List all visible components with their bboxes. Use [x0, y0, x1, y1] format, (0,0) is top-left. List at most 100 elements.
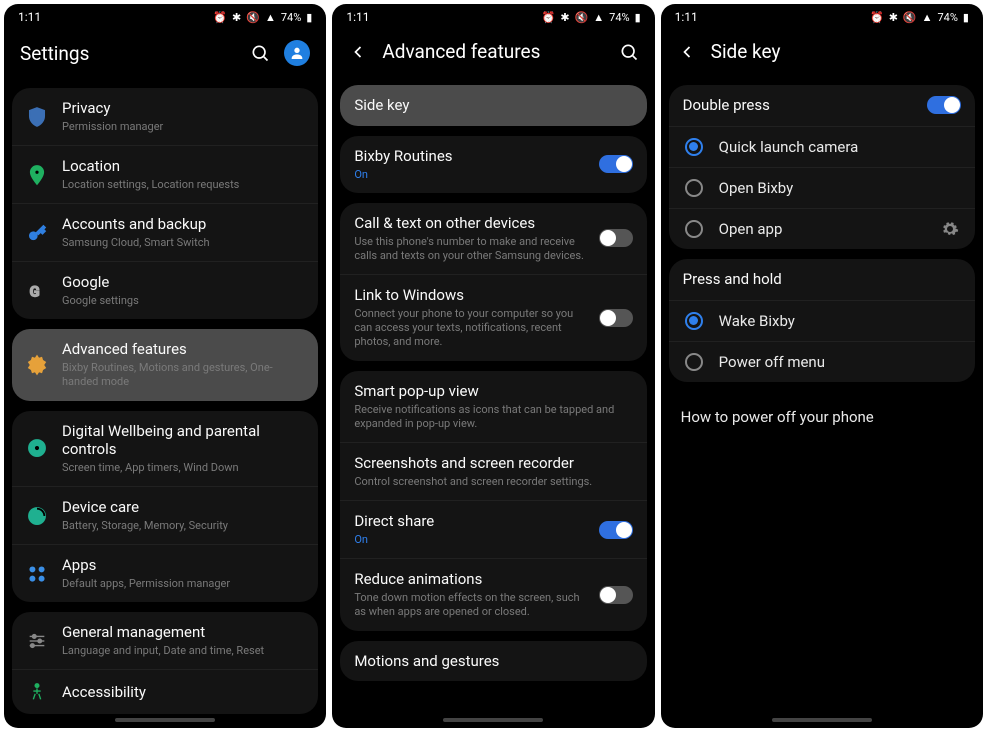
- feature-item[interactable]: Link to WindowsConnect your phone to you…: [340, 274, 646, 361]
- key-icon: [26, 222, 62, 244]
- radio-icon[interactable]: [685, 138, 703, 156]
- settings-item[interactable]: Accounts and backup Samsung Cloud, Smart …: [12, 203, 318, 261]
- feature-item[interactable]: Call & text on other devices Use this pho…: [340, 203, 646, 274]
- status-icons: ⏰✱🔇▲74%▮: [542, 11, 641, 24]
- back-button[interactable]: [348, 42, 368, 62]
- footer-link[interactable]: How to power off your phone: [661, 392, 983, 442]
- item-title: Apps: [62, 556, 304, 575]
- advanced-features-screen: 1:11 ⏰✱🔇▲74%▮ Advanced features Side key…: [332, 4, 654, 728]
- item-subtitle: Location settings, Location requests: [62, 178, 304, 192]
- home-indicator[interactable]: [115, 718, 215, 722]
- item-title: Accounts and backup: [62, 215, 304, 234]
- feature-item[interactable]: Side key: [340, 85, 646, 126]
- settings-item[interactable]: Advanced featuresBixby Routines, Motions…: [12, 329, 318, 400]
- item-title: General management: [62, 623, 304, 642]
- home-indicator[interactable]: [443, 718, 543, 722]
- status-time: 1:11: [675, 10, 698, 24]
- settings-item[interactable]: Accessibility: [12, 669, 318, 714]
- profile-avatar[interactable]: [284, 40, 310, 66]
- radio-icon[interactable]: [685, 220, 703, 238]
- settings-item[interactable]: Location Location settings, Location requ…: [12, 145, 318, 203]
- status-icons: ⏰✱🔇▲74%▮: [870, 11, 969, 24]
- item-title: Call & text on other devices: [354, 214, 590, 233]
- radio-icon[interactable]: [685, 179, 703, 197]
- item-subtitle: Tone down motion effects on the screen, …: [354, 591, 590, 620]
- item-title: Google: [62, 273, 304, 292]
- page-title: Advanced features: [382, 40, 604, 63]
- radio-option[interactable]: Power off menu: [669, 341, 975, 382]
- radio-option[interactable]: Open Bixby: [669, 167, 975, 208]
- radio-icon[interactable]: [685, 353, 703, 371]
- apps-icon: [26, 563, 62, 585]
- feature-item[interactable]: Smart pop-up viewReceive notifications a…: [340, 371, 646, 442]
- svg-text:G: G: [30, 282, 40, 300]
- item-title: Side key: [354, 96, 632, 115]
- status-bar: 1:11 ⏰✱🔇▲74%▮: [4, 4, 326, 26]
- toggle-switch[interactable]: [927, 96, 961, 114]
- item-subtitle: Permission manager: [62, 120, 304, 134]
- option-label: Power off menu: [719, 353, 959, 371]
- settings-item[interactable]: GGoogleGoogle settings: [12, 261, 318, 319]
- item-title: Screenshots and screen recorder: [354, 454, 632, 473]
- radio-option[interactable]: Wake Bixby: [669, 300, 975, 341]
- item-subtitle: Bixby Routines, Motions and gestures, On…: [62, 361, 304, 390]
- settings-item[interactable]: PrivacyPermission manager: [12, 88, 318, 145]
- item-subtitle: Control screenshot and screen recorder s…: [354, 475, 632, 489]
- toggle-switch[interactable]: [599, 586, 633, 604]
- item-title: Device care: [62, 498, 304, 517]
- section-heading: Double press: [669, 85, 975, 126]
- item-subtitle: Language and input, Date and time, Reset: [62, 644, 304, 658]
- toggle-switch[interactable]: [599, 309, 633, 327]
- option-label: Open app: [719, 220, 925, 238]
- item-title: Motions and gestures: [354, 652, 632, 671]
- feature-item[interactable]: Direct share On: [340, 500, 646, 558]
- feature-item[interactable]: Reduce animations Tone down motion effect…: [340, 558, 646, 630]
- location-icon: [26, 164, 62, 186]
- status-icons: ⏰✱🔇▲74%▮: [213, 11, 312, 24]
- settings-item[interactable]: Apps Default apps, Permission manager: [12, 544, 318, 602]
- item-subtitle: Connect your phone to your computer so y…: [354, 307, 590, 350]
- status-time: 1:11: [18, 10, 41, 24]
- settings-item[interactable]: Digital Wellbeing and parental controlsS…: [12, 411, 318, 487]
- side-key-screen: 1:11 ⏰✱🔇▲74%▮ Side key Double pressQuick…: [661, 4, 983, 728]
- gear-icon[interactable]: [941, 220, 959, 238]
- gear-icon: [26, 354, 62, 376]
- back-button[interactable]: [677, 42, 697, 62]
- feature-item[interactable]: Bixby RoutinesOn: [340, 136, 646, 193]
- settings-item[interactable]: Device careBattery, Storage, Memory, Sec…: [12, 486, 318, 544]
- item-title: Direct share: [354, 512, 590, 531]
- radio-icon[interactable]: [685, 312, 703, 330]
- search-icon[interactable]: [619, 42, 639, 62]
- feature-item[interactable]: Motions and gestures: [340, 641, 646, 682]
- item-subtitle: Use this phone's number to make and rece…: [354, 235, 590, 264]
- page-title: Side key: [711, 40, 967, 63]
- sliders-icon: [26, 630, 62, 652]
- item-subtitle: Samsung Cloud, Smart Switch: [62, 236, 304, 250]
- item-title: Accessibility: [62, 683, 304, 702]
- settings-topbar: Settings: [4, 26, 326, 84]
- advanced-list[interactable]: Side key Bixby RoutinesOn Call & text on o…: [332, 81, 654, 714]
- settings-list[interactable]: PrivacyPermission managerLocationLocatio…: [4, 84, 326, 714]
- option-label: Wake Bixby: [719, 312, 959, 330]
- home-indicator[interactable]: [772, 718, 872, 722]
- status-time: 1:11: [346, 10, 369, 24]
- item-title: Digital Wellbeing and parental controls: [62, 422, 304, 460]
- toggle-switch[interactable]: [599, 229, 633, 247]
- sidekey-topbar: Side key: [661, 26, 983, 81]
- shield-icon: [26, 106, 62, 128]
- toggle-switch[interactable]: [599, 155, 633, 173]
- toggle-switch[interactable]: [599, 521, 633, 539]
- radio-option[interactable]: Quick launch camera: [669, 126, 975, 167]
- page-title: Settings: [20, 42, 236, 65]
- search-icon[interactable]: [250, 43, 270, 63]
- advanced-topbar: Advanced features: [332, 26, 654, 81]
- item-title: Location: [62, 157, 304, 176]
- wellbeing-icon: [26, 437, 62, 459]
- item-subtitle: Default apps, Permission manager: [62, 577, 304, 591]
- feature-item[interactable]: Screenshots and screen recorder Control s…: [340, 442, 646, 500]
- item-title: Reduce animations: [354, 570, 590, 589]
- radio-option[interactable]: Open app: [669, 208, 975, 249]
- sidekey-list[interactable]: Double pressQuick launch cameraOpen Bixb…: [661, 81, 983, 714]
- settings-item[interactable]: General management Language and input, Da…: [12, 612, 318, 669]
- item-subtitle: On: [354, 533, 590, 547]
